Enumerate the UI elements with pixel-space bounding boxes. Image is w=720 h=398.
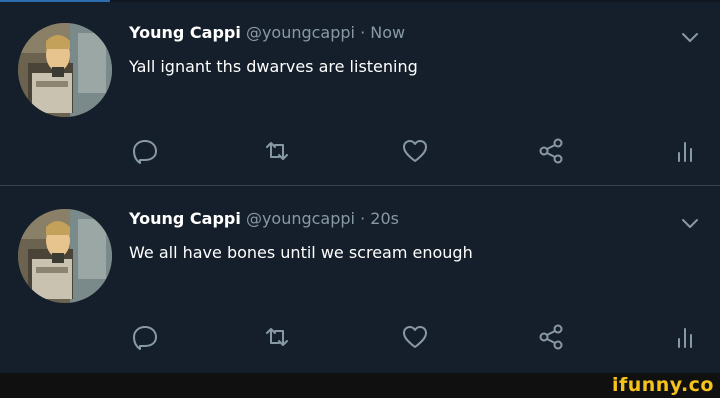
tweet-text: We all have bones until we scream enough <box>129 243 473 262</box>
tweet-header: Young Cappi @youngcappi · Now <box>129 22 405 44</box>
reply-icon[interactable] <box>130 322 160 352</box>
analytics-icon[interactable] <box>670 136 700 166</box>
tweet-text: Yall ignant ths dwarves are listening <box>129 57 418 76</box>
author-handle[interactable]: @youngcappi <box>246 23 355 42</box>
author-name[interactable]: Young Cappi <box>129 23 241 42</box>
timestamp[interactable]: Now <box>370 23 405 42</box>
share-icon[interactable] <box>536 136 566 166</box>
avatar[interactable] <box>18 23 112 117</box>
like-icon[interactable] <box>400 136 430 166</box>
author-handle[interactable]: @youngcappi <box>246 209 355 228</box>
watermark-bar: ifunny.co <box>0 373 720 398</box>
share-icon[interactable] <box>536 322 566 352</box>
tweet[interactable]: Young Cappi @youngcappi · 20s We all hav… <box>0 188 720 371</box>
like-icon[interactable] <box>400 322 430 352</box>
separator-dot: · <box>360 23 366 42</box>
author-name[interactable]: Young Cappi <box>129 209 241 228</box>
chevron-down-icon[interactable] <box>680 216 700 230</box>
chevron-down-icon[interactable] <box>680 30 700 44</box>
reply-icon[interactable] <box>130 136 160 166</box>
separator-dot: · <box>360 209 366 228</box>
tweet[interactable]: Young Cappi @youngcappi · Now Yall ignan… <box>0 2 720 185</box>
tweet-divider <box>0 185 720 186</box>
tweet-header: Young Cappi @youngcappi · 20s <box>129 208 399 230</box>
avatar[interactable] <box>18 209 112 303</box>
retweet-icon[interactable] <box>262 322 292 352</box>
action-bar <box>0 136 720 166</box>
action-bar <box>0 322 720 352</box>
analytics-icon[interactable] <box>670 322 700 352</box>
ifunny-watermark: ifunny.co <box>611 374 714 396</box>
retweet-icon[interactable] <box>262 136 292 166</box>
timestamp[interactable]: 20s <box>370 209 399 228</box>
